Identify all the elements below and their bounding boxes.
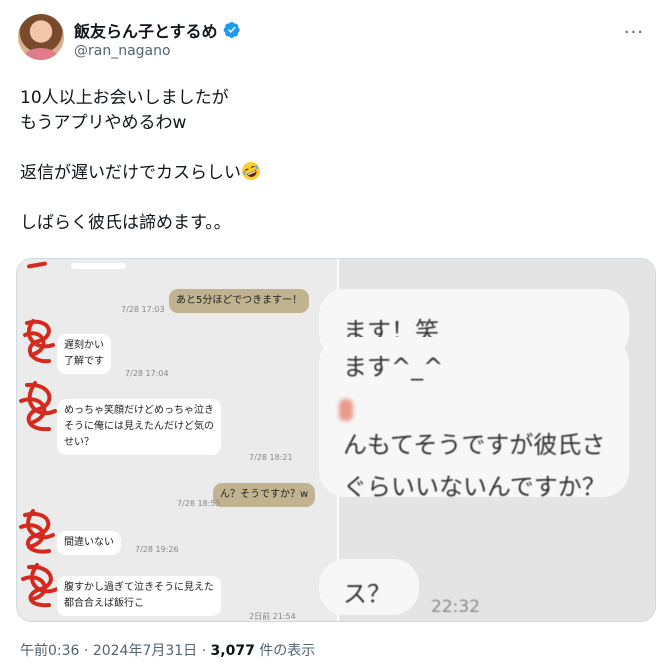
zoomed-line-4: ぐらいいないんですか？ bbox=[343, 473, 606, 501]
redaction-scribble bbox=[19, 509, 55, 554]
chat-bubble-2: 遅刻かい 了解です bbox=[57, 334, 111, 374]
scribble-fragment bbox=[339, 399, 353, 421]
chat-time-6: 2日前 21:54 bbox=[249, 612, 296, 621]
chat-time-2: 7/28 17:04 bbox=[125, 369, 169, 378]
tweet-line-3: 返信が遅いだけでカスらしい bbox=[20, 163, 241, 183]
more-horizontal-icon[interactable]: ··· bbox=[624, 22, 644, 43]
redaction-scribble bbox=[23, 319, 55, 364]
tweet-line-1: 10人以上お会いしましたが bbox=[20, 88, 229, 108]
zoomed-line-3: んもてそうですが彼氏さ bbox=[343, 431, 606, 459]
meta-separator: · bbox=[83, 643, 89, 659]
chat-time-5: 7/28 19:26 bbox=[135, 545, 179, 554]
author-name-row: 飯友らん子とするめ bbox=[74, 18, 241, 42]
tweet-line-2: もうアプリやめるわw bbox=[20, 113, 187, 133]
chat-bubble-3: めっちゃ笑顔だけどめっちゃ泣き そうに俺には見えたんだけど気の せい？ bbox=[57, 399, 221, 455]
rolling-on-floor-laughing-emoji bbox=[242, 162, 260, 180]
zoomed-line-2: ます^_^ bbox=[343, 353, 444, 381]
chat-bubble-6: 腹すかし過ぎて泣きそうに見えた 都合合えば飯行こ bbox=[57, 576, 221, 616]
author-handle[interactable]: @ran_nagano bbox=[74, 43, 171, 59]
author-name[interactable]: 飯友らん子とするめ bbox=[74, 18, 218, 42]
zoomed-time: 22:32 bbox=[431, 597, 480, 617]
bubble-fragment bbox=[71, 263, 126, 269]
chat-screenshot-left: あと5分ほどでつきますー！ 7/28 17:03 遅刻かい 了解です 7/28 … bbox=[17, 259, 337, 621]
chat-time-4: 7/28 18:55 bbox=[177, 499, 221, 508]
view-count[interactable]: 3,077 bbox=[211, 643, 255, 659]
redaction-scribble bbox=[19, 381, 57, 432]
meta-separator: · bbox=[201, 643, 207, 659]
tweet-time[interactable]: 午前0:36 bbox=[20, 643, 79, 659]
verified-badge-icon bbox=[223, 21, 240, 39]
avatar[interactable] bbox=[18, 14, 64, 60]
chat-bubble-1: あと5分ほどでつきますー！ bbox=[169, 289, 310, 313]
tweet-line-4: しばらく彼氏は諦めます。。 bbox=[20, 213, 231, 233]
scribble-top bbox=[26, 261, 48, 269]
chat-time-1: 7/28 17:03 bbox=[121, 305, 165, 314]
chat-screenshot-right: ます！笑 ます^_^ んもてそうですが彼氏さ ぐらいいないんですか？ ス？ 22… bbox=[319, 259, 655, 621]
tweet-text: 10人以上お会いしましたが もうアプリやめるわw 返信が遅いだけでカスらしい し… bbox=[20, 86, 640, 236]
zoomed-line-5: ス？ bbox=[343, 580, 391, 608]
chat-bubble-4: ん？そうですか？w bbox=[213, 483, 316, 507]
view-count-label[interactable]: 件の表示 bbox=[259, 643, 315, 659]
tweet-meta: 午前0:36 · 2024年7月31日 · 3,077 件の表示 bbox=[20, 640, 315, 660]
tweet-date[interactable]: 2024年7月31日 bbox=[93, 643, 197, 659]
chat-time-3: 7/28 18:21 bbox=[249, 453, 293, 462]
attached-image[interactable]: あと5分ほどでつきますー！ 7/28 17:03 遅刻かい 了解です 7/28 … bbox=[16, 258, 656, 622]
chat-bubble-5: 間違いない bbox=[57, 531, 121, 555]
tweet-header: 飯友らん子とするめ @ran_nagano ··· bbox=[18, 14, 648, 66]
